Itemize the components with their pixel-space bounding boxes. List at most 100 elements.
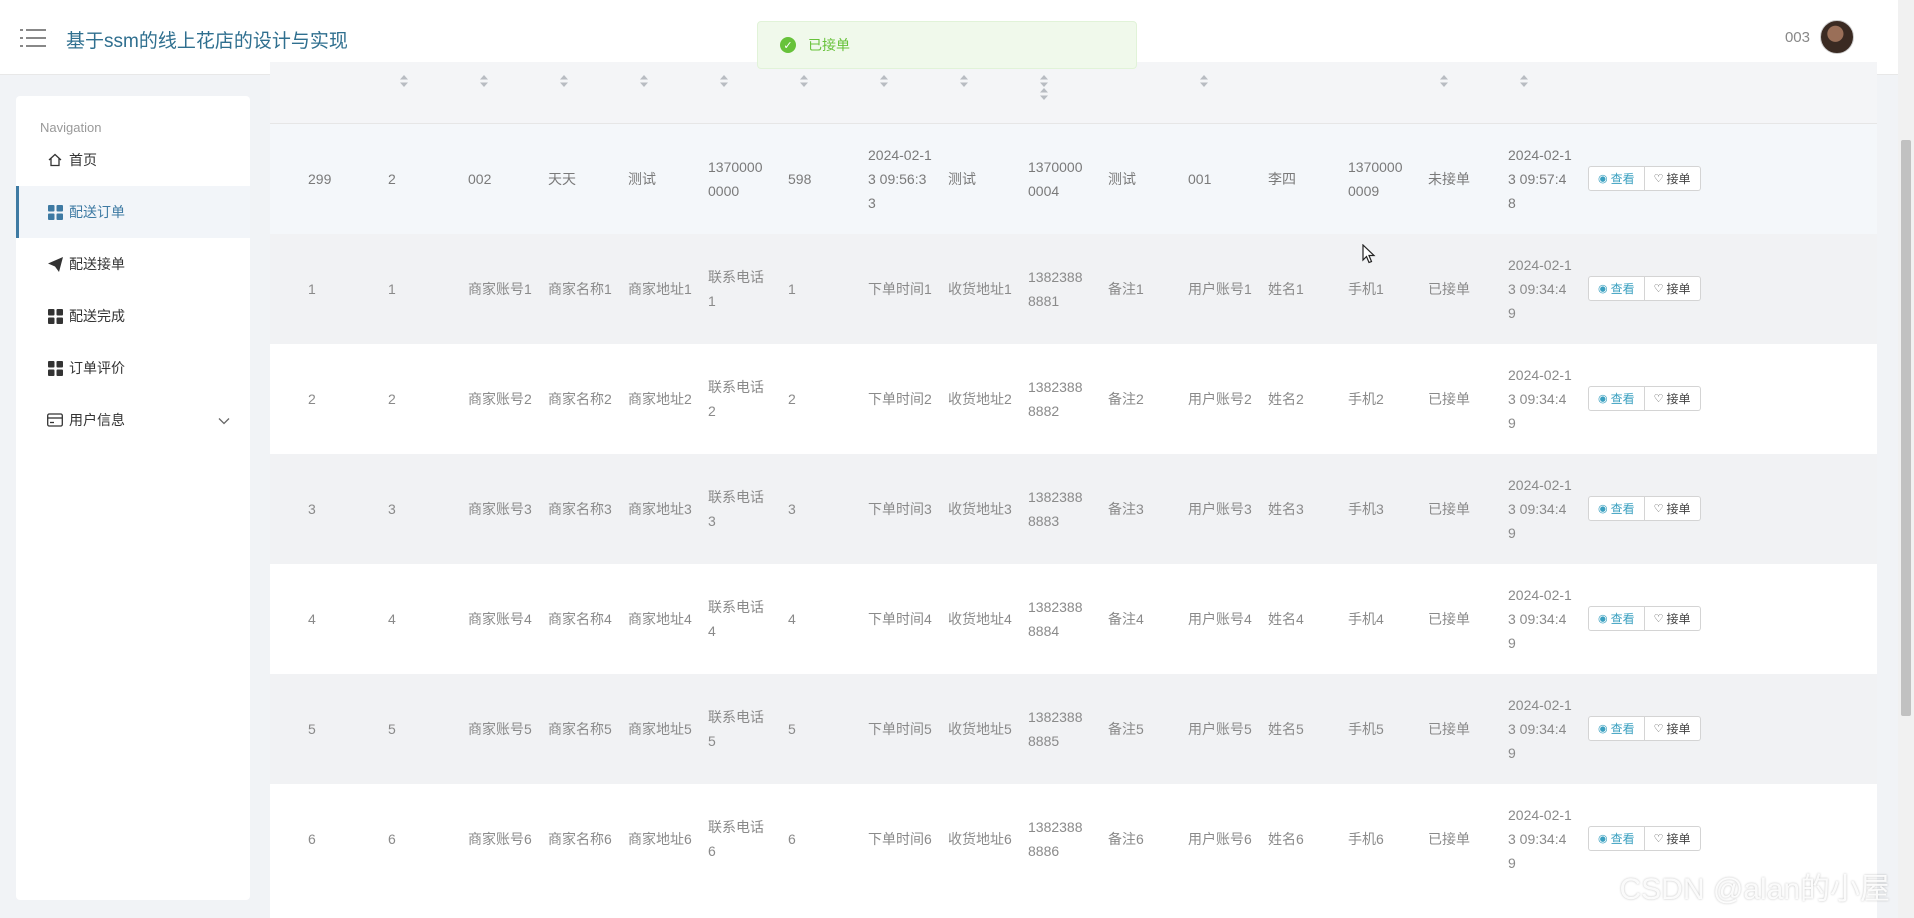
success-toast: ✓ 已接单 xyxy=(757,21,1137,69)
cell-text: 姓名4 xyxy=(1268,611,1304,627)
cell-merchant-phone: 联系电话2 xyxy=(708,344,770,454)
accept-button-label: 接单 xyxy=(1666,832,1691,846)
cell-merchant-phone: 联系电话6 xyxy=(708,784,770,894)
sidebar-item-delivery-orders[interactable]: 配送订单 xyxy=(16,186,250,238)
cell-delivery-addr: 收货地址6 xyxy=(948,784,1012,894)
eye-icon: ◉ xyxy=(1598,503,1608,515)
cell-text: 2 xyxy=(388,171,396,187)
sort-icon[interactable] xyxy=(639,74,649,88)
sort-icon[interactable] xyxy=(959,74,969,88)
orders-table: 299 2 002 天天 测试 13700000000 598 2024-02-13 09:5… xyxy=(270,62,1877,918)
sidebar-item-user-info[interactable]: 用户信息 xyxy=(16,394,250,446)
view-button[interactable]: ◉ 查看 xyxy=(1588,166,1645,191)
sort-icon[interactable] xyxy=(559,74,569,88)
cell-text: 已接单 xyxy=(1428,391,1470,407)
cell-order-time: 下单时间1 xyxy=(868,234,934,344)
cell-text: 未接单 xyxy=(1428,171,1470,187)
cell-text: 已接单 xyxy=(1428,721,1470,737)
cell-note: 备注3 xyxy=(1108,454,1168,564)
cell-text: 备注6 xyxy=(1108,831,1144,847)
sort-icon[interactable] xyxy=(719,74,729,88)
accept-order-button[interactable]: ♡ 接单 xyxy=(1644,826,1701,851)
cell-text: 手机1 xyxy=(1348,281,1384,297)
cell-recv-phone: 13823888881 xyxy=(1028,234,1090,344)
cell-id: 299 xyxy=(308,124,368,234)
sidebar-item-delivery-accept[interactable]: 配送接单 xyxy=(16,238,250,290)
cell-text: 收货地址4 xyxy=(948,611,1012,627)
sort-icon[interactable] xyxy=(879,74,889,88)
cell-text: 用户账号2 xyxy=(1188,391,1252,407)
cell-order-time: 下单时间5 xyxy=(868,674,934,784)
cell-text: 备注3 xyxy=(1108,501,1144,517)
view-button[interactable]: ◉ 查看 xyxy=(1588,716,1645,741)
sidebar-item-delivery-complete[interactable]: 配送完成 xyxy=(16,290,250,342)
chevron-down-icon[interactable] xyxy=(218,412,230,428)
menu-toggle-icon[interactable] xyxy=(20,28,46,48)
cell-text: 3 xyxy=(788,501,796,517)
cell-text: 6 xyxy=(788,831,796,847)
sort-icon[interactable] xyxy=(1519,74,1529,88)
cell-recv-phone: 13823888886 xyxy=(1028,784,1090,894)
accept-order-button[interactable]: ♡ 接单 xyxy=(1644,276,1701,301)
accept-order-button[interactable]: ♡ 接单 xyxy=(1644,166,1701,191)
cell-text: 6 xyxy=(308,831,316,847)
cell-text: 2024-02-13 09:34:49 xyxy=(1508,477,1572,541)
accept-order-button[interactable]: ♡ 接单 xyxy=(1644,386,1701,411)
sidebar-item-home[interactable]: 首页 xyxy=(16,134,250,186)
cell-merchant-account: 商家账号5 xyxy=(468,674,532,784)
accept-button-label: 接单 xyxy=(1666,172,1691,186)
sort-icon[interactable] xyxy=(799,74,809,88)
view-button-label: 查看 xyxy=(1610,502,1635,516)
view-button-label: 查看 xyxy=(1610,172,1635,186)
user-menu[interactable]: 003 xyxy=(1785,20,1854,54)
table-row: 4 4 商家账号4 商家名称4 商家地址4 联系电话4 4 下单时间4 收货地址4 1382388… xyxy=(270,564,1877,674)
cell-created: 2024-02-13 09:57:48 xyxy=(1508,124,1574,234)
view-button[interactable]: ◉ 查看 xyxy=(1588,276,1645,301)
cell-text: 299 xyxy=(308,171,332,187)
cell-user-account: 用户账号1 xyxy=(1188,234,1252,344)
cell-text: 3 xyxy=(308,501,316,517)
accept-button-label: 接单 xyxy=(1666,392,1691,406)
cell-text: 收货地址3 xyxy=(948,501,1012,517)
eye-icon: ◉ xyxy=(1598,393,1608,405)
cell-text: 手机6 xyxy=(1348,831,1384,847)
sort-icon[interactable] xyxy=(1039,74,1049,88)
cell-merchant-name: 商家名称1 xyxy=(548,234,612,344)
accept-order-button[interactable]: ♡ 接单 xyxy=(1644,716,1701,741)
sidebar-item-order-review[interactable]: 订单评价 xyxy=(16,342,250,394)
cell-note: 备注2 xyxy=(1108,344,1168,454)
table-row: 3 3 商家账号3 商家名称3 商家地址3 联系电话3 3 下单时间3 收货地址3 1382388… xyxy=(270,454,1877,564)
sidebar: Navigation 首页 配送订单 配送接单 配送完成 订单评价 用户信息 xyxy=(16,96,250,900)
sort-icon[interactable] xyxy=(399,74,409,88)
view-button-label: 查看 xyxy=(1610,832,1635,846)
eye-icon: ◉ xyxy=(1598,283,1608,295)
cell-amount: 1 xyxy=(788,234,848,344)
cell-text: 联系电话4 xyxy=(708,599,764,639)
scrollbar-thumb[interactable] xyxy=(1901,140,1911,716)
avatar[interactable] xyxy=(1820,20,1854,54)
sort-icon[interactable] xyxy=(1199,74,1209,88)
eye-icon: ◉ xyxy=(1598,833,1608,845)
view-button[interactable]: ◉ 查看 xyxy=(1588,606,1645,631)
page-scrollbar[interactable] xyxy=(1898,0,1914,918)
view-button[interactable]: ◉ 查看 xyxy=(1588,496,1645,521)
view-button[interactable]: ◉ 查看 xyxy=(1588,826,1645,851)
heart-icon: ♡ xyxy=(1653,833,1664,845)
eye-icon: ◉ xyxy=(1598,613,1608,625)
paper-plane-icon xyxy=(47,256,63,272)
sort-icon[interactable] xyxy=(479,74,489,88)
view-button-label: 查看 xyxy=(1610,722,1635,736)
sort-icon[interactable] xyxy=(1439,74,1449,88)
accept-order-button[interactable]: ♡ 接单 xyxy=(1644,496,1701,521)
view-button[interactable]: ◉ 查看 xyxy=(1588,386,1645,411)
cell-c2: 5 xyxy=(388,674,448,784)
cell-status: 已接单 xyxy=(1428,454,1490,564)
cell-user-phone: 手机3 xyxy=(1348,454,1410,564)
cell-merchant-account: 商家账号4 xyxy=(468,564,532,674)
cell-text: 5 xyxy=(308,721,316,737)
accept-order-button[interactable]: ♡ 接单 xyxy=(1644,606,1701,631)
cell-status: 已接单 xyxy=(1428,344,1490,454)
sort-icon[interactable] xyxy=(1039,87,1049,101)
cell-merchant-addr: 商家地址4 xyxy=(628,564,692,674)
cell-text: 001 xyxy=(1188,171,1212,187)
